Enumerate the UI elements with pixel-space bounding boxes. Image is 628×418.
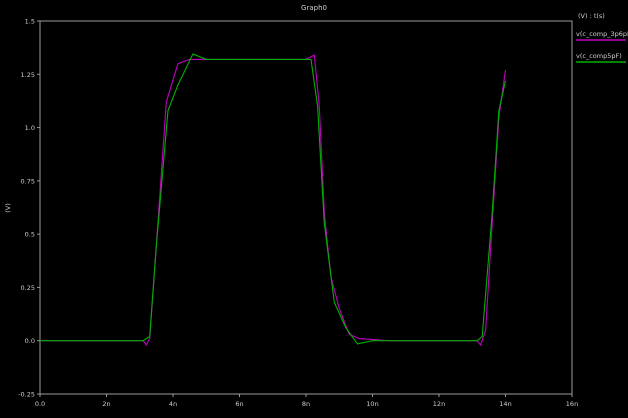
x-tick-label: 6n [235,400,243,408]
chart-title: Graph0 [301,4,327,12]
y-tick-label: 1.25 [21,71,35,79]
x-unit-label: (V) : t(s) [578,12,605,20]
y-tick-label: 1.0 [25,124,35,132]
legend-label-1: v(c_comp5pF) [576,52,622,60]
x-tick-label: 2n [102,400,110,408]
x-tick-label: 4n [169,400,177,408]
x-tick-label: 14n [499,400,511,408]
graph-window: Graph0 (V) : t(s) (V) 0.0 2n 4n 6n 8n 10n 12n 1… [0,0,628,414]
x-tick-label: 0.0 [35,400,45,408]
chart-svg: Graph0 (V) : t(s) (V) 0.0 2n 4n 6n 8n 10n 12n 1… [0,0,628,414]
x-tick-label: 12n [433,400,445,408]
y-tick-label: 0.25 [21,284,35,292]
y-axis-label: (V) [4,203,12,213]
y-tick-label: 1.5 [25,18,35,26]
background [0,0,628,414]
y-tick-label: -0.25 [18,391,35,399]
y-tick-label: 0.75 [21,177,35,185]
y-tick-label: 0.0 [25,337,35,345]
legend-label-0: v(c_comp_3p6pF) [576,30,628,38]
x-tick-label: 10n [366,400,378,408]
x-tick-label: 16n [566,400,578,408]
x-tick-label: 8n [302,400,310,408]
y-tick-label: 0.5 [25,231,35,239]
